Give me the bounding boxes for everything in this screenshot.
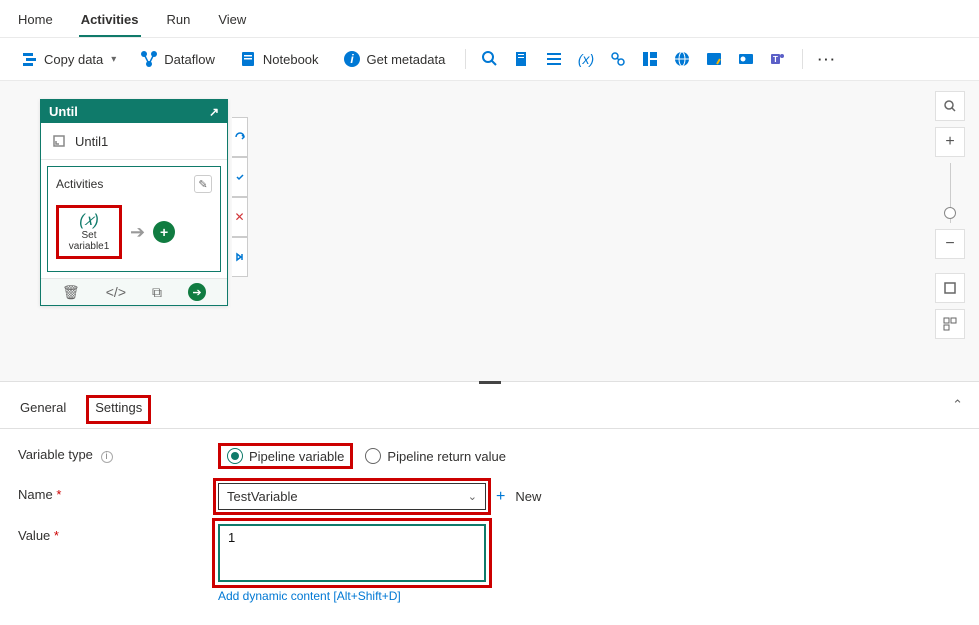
notebook-button[interactable]: Notebook (231, 46, 327, 72)
until-activity-container[interactable]: Until ↗ Until1 Activities ✎ (𝑥) Set vari… (40, 99, 228, 306)
zoom-controls: + − (933, 91, 967, 339)
value-input[interactable] (218, 524, 486, 582)
add-activity-button[interactable]: + (153, 221, 175, 243)
variable-type-radios: Pipeline variable Pipeline return value (218, 443, 506, 469)
handle-skip[interactable] (232, 237, 248, 277)
more-tools-icon[interactable]: ··· (815, 47, 839, 71)
zoom-handle[interactable] (944, 207, 956, 219)
nav-activities[interactable]: Activities (79, 8, 141, 37)
until-footer: 🗑 </> ⧉ ➔ (41, 278, 227, 305)
expand-icon[interactable]: ↗ (209, 105, 219, 119)
variable-icon: (𝑥) (79, 212, 99, 230)
search-tool-icon[interactable] (478, 47, 502, 71)
info-icon: i (343, 50, 361, 68)
until-header[interactable]: Until ↗ (41, 100, 227, 123)
name-select[interactable]: TestVariable ⌄ (218, 483, 486, 510)
pipeline-canvas[interactable]: Until ↗ Until1 Activities ✎ (𝑥) Set vari… (0, 81, 979, 381)
radio-pipeline-return[interactable]: Pipeline return value (365, 448, 506, 464)
notebook-label: Notebook (263, 52, 319, 67)
dataflow-label: Dataflow (164, 52, 215, 67)
link-tool-icon[interactable] (606, 47, 630, 71)
handle-success[interactable] (232, 117, 248, 157)
set-variable-label: Set variable1 (65, 230, 113, 252)
radio-pipeline-variable-label: Pipeline variable (249, 449, 344, 464)
variable-type-label: Variable type i (18, 443, 218, 463)
radio-pipeline-return-label: Pipeline return value (387, 449, 506, 464)
copy-data-label: Copy data (44, 52, 103, 67)
name-value: TestVariable (227, 489, 298, 504)
chevron-down-icon: ▾ (111, 54, 116, 65)
settings-form: Variable type i Pipeline variable Pipeli… (0, 429, 979, 625)
zoom-slider[interactable] (950, 163, 951, 223)
zoom-in-button[interactable]: + (935, 127, 965, 157)
canvas-search-icon[interactable] (935, 91, 965, 121)
globe-tool-icon[interactable] (670, 47, 694, 71)
tab-general[interactable]: General (16, 396, 70, 423)
tab-settings[interactable]: Settings (86, 395, 151, 424)
delete-icon[interactable]: 🗑 (62, 284, 80, 301)
copy-data-button[interactable]: Copy data ▾ (12, 46, 124, 72)
teams-tool-icon[interactable]: T (766, 47, 790, 71)
nav-view[interactable]: View (216, 8, 248, 37)
arrow-icon: ➔ (130, 222, 145, 243)
nav-run[interactable]: Run (165, 8, 193, 37)
edit-icon[interactable]: ✎ (194, 175, 212, 193)
dataflow-button[interactable]: Dataflow (132, 46, 223, 72)
function-tool-icon[interactable] (702, 47, 726, 71)
script-tool-icon[interactable] (510, 47, 534, 71)
radio-checked-icon (227, 448, 243, 464)
settings-tabs: General Settings ⌃ (0, 387, 979, 429)
top-nav: Home Activities Run View (0, 0, 979, 37)
layout-icon[interactable] (935, 309, 965, 339)
svg-text:(x): (x) (578, 51, 594, 67)
connection-handles: ✕ (232, 117, 248, 277)
radio-unchecked-icon (365, 448, 381, 464)
zoom-out-button[interactable]: − (935, 229, 965, 259)
radio-pipeline-variable[interactable]: Pipeline variable (218, 443, 353, 469)
info-icon[interactable]: i (101, 451, 113, 463)
activities-panel: Activities ✎ (𝑥) Set variable1 ➔ + (47, 166, 221, 272)
separator (465, 49, 466, 69)
until-name-row: Until1 (41, 123, 227, 160)
list-tool-icon[interactable] (542, 47, 566, 71)
name-label: Name * (18, 483, 218, 502)
collapse-panel-icon[interactable]: ⌃ (952, 397, 963, 413)
handle-fail[interactable]: ✕ (232, 197, 248, 237)
copy-icon[interactable]: ⧉ (152, 284, 162, 301)
layout-tool-icon[interactable] (638, 47, 662, 71)
code-icon[interactable]: </> (106, 284, 126, 300)
activities-toolbar: Copy data ▾ Dataflow Notebook i Get meta… (0, 37, 979, 81)
separator (802, 49, 803, 69)
value-label: Value * (18, 524, 218, 543)
handle-complete[interactable] (232, 157, 248, 197)
svg-text:T: T (773, 55, 778, 64)
until-icon (51, 133, 67, 149)
chevron-down-icon: ⌄ (468, 490, 477, 503)
plus-icon: + (496, 488, 505, 506)
until-title: Until (49, 104, 78, 119)
nav-home[interactable]: Home (16, 8, 55, 37)
add-dynamic-content-link[interactable]: Add dynamic content [Alt+Shift+D] (218, 589, 492, 603)
set-variable-activity[interactable]: (𝑥) Set variable1 (56, 205, 122, 259)
run-icon[interactable]: ➔ (188, 283, 206, 301)
variable-tool-icon[interactable]: (x) (574, 47, 598, 71)
fit-screen-icon[interactable] (935, 273, 965, 303)
dataflow-icon (140, 50, 158, 68)
copy-data-icon (20, 50, 38, 68)
outlook-tool-icon[interactable] (734, 47, 758, 71)
get-metadata-label: Get metadata (367, 52, 446, 67)
activities-label: Activities (56, 177, 103, 191)
get-metadata-button[interactable]: i Get metadata (335, 46, 454, 72)
notebook-icon (239, 50, 257, 68)
until-name: Until1 (75, 134, 108, 149)
new-variable-link[interactable]: New (515, 489, 541, 504)
